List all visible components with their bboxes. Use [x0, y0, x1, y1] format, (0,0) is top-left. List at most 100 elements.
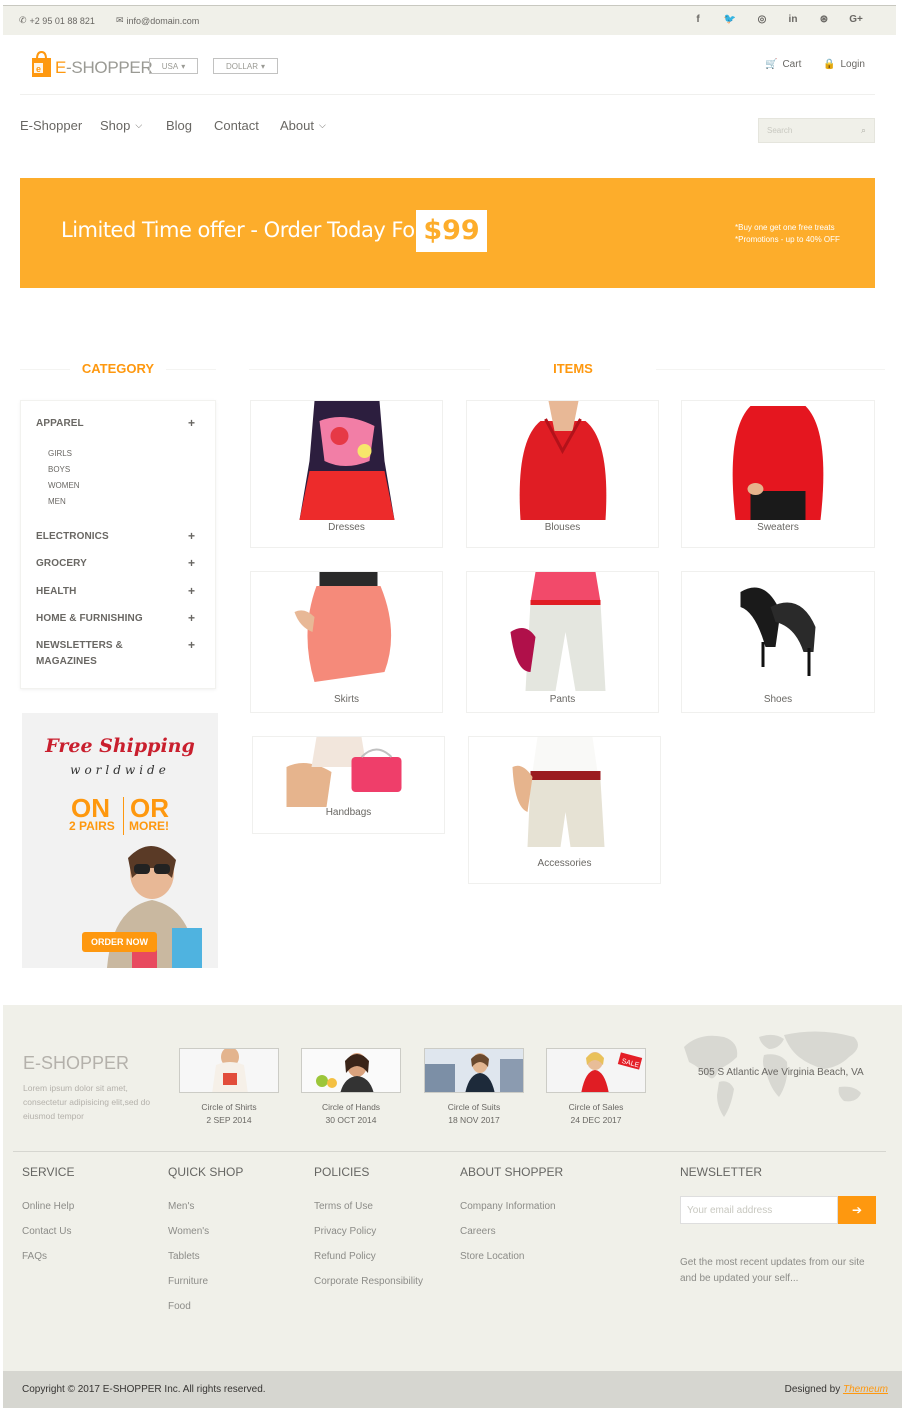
post-thumb-shirts[interactable] — [179, 1048, 279, 1093]
footer-link-faqs[interactable]: FAQs — [22, 1251, 47, 1262]
footer-link-online-help[interactable]: Online Help — [22, 1201, 74, 1212]
chevron-down-icon: ⌵ — [135, 120, 143, 130]
plus-icon[interactable]: + — [188, 529, 195, 543]
instagram-icon[interactable]: ◎ — [755, 14, 769, 25]
category-panel: APPAREL + GIRLS BOYS WOMEN MEN ELECTRONI… — [20, 400, 216, 689]
footer-divider — [13, 1151, 886, 1152]
item-label[interactable]: Skirts — [251, 694, 442, 705]
site-logo[interactable]: E-SHOPPER — [55, 58, 153, 78]
item-label[interactable]: Blouses — [467, 522, 658, 533]
logo-letter: E — [55, 58, 67, 77]
item-image[interactable] — [286, 737, 411, 807]
nav-item-about[interactable]: About ⌵ — [280, 118, 326, 133]
item-label[interactable]: Dresses — [251, 522, 442, 533]
item-card-blouses[interactable]: Blouses — [466, 400, 659, 548]
linkedin-icon[interactable]: in — [786, 14, 800, 25]
newsletter-submit-button[interactable]: ➔ — [838, 1196, 876, 1224]
nav-item-shop[interactable]: Shop ⌵ — [100, 118, 142, 133]
post-thumb-sales[interactable]: SALE — [546, 1048, 646, 1093]
item-label[interactable]: Pants — [467, 694, 658, 705]
email-contact[interactable]: ✉ info@domain.com — [116, 15, 199, 26]
plus-icon[interactable]: + — [188, 611, 195, 625]
dribbble-icon[interactable]: ⊛ — [817, 14, 831, 25]
category-grocery[interactable]: GROCERY — [36, 556, 87, 572]
category-newsletters[interactable]: NEWSLETTERS & — [36, 638, 123, 654]
footer-link-store-location[interactable]: Store Location — [460, 1251, 525, 1262]
post-title-suits[interactable]: Circle of Suits — [414, 1101, 534, 1114]
post-thumb-hands[interactable] — [301, 1048, 401, 1093]
plus-icon[interactable]: + — [188, 416, 195, 430]
store-address: 505 S Atlantic Ave Virginia Beach, VA — [698, 1067, 864, 1078]
category-apparel[interactable]: APPAREL — [36, 416, 84, 432]
order-now-button[interactable]: ORDER NOW — [82, 932, 157, 952]
nav-item-contact[interactable]: Contact — [214, 118, 259, 133]
item-card-skirts[interactable]: Skirts — [250, 571, 443, 713]
google-plus-icon[interactable]: G+ — [849, 14, 863, 25]
category-health[interactable]: HEALTH — [36, 584, 76, 600]
item-card-accessories[interactable]: Accessories — [468, 736, 661, 884]
subcategory-boys[interactable]: BOYS — [48, 465, 70, 474]
footer-link-womens[interactable]: Women's — [168, 1226, 209, 1237]
offer-text: Limited Time offer - Order Today For — [61, 218, 423, 242]
newsletter-email-input[interactable]: Your email address — [680, 1196, 838, 1224]
search-icon[interactable]: ⌕ — [861, 125, 866, 136]
twitter-icon[interactable]: 🐦 — [723, 14, 737, 25]
item-image[interactable] — [715, 572, 841, 691]
footer-link-terms[interactable]: Terms of Use — [314, 1201, 373, 1212]
plus-icon[interactable]: + — [188, 556, 195, 570]
subcategory-women[interactable]: WOMEN — [48, 481, 80, 490]
item-image[interactable] — [502, 737, 627, 856]
plus-icon[interactable]: + — [188, 638, 195, 652]
item-image[interactable] — [715, 401, 841, 520]
currency-dropdown[interactable]: DOLLAR ▾ — [213, 58, 278, 74]
item-card-sweaters[interactable]: Sweaters — [681, 400, 875, 548]
footer-link-mens[interactable]: Men's — [168, 1201, 194, 1212]
country-dropdown[interactable]: USA ▾ — [149, 58, 198, 74]
nav-item-home[interactable]: E-Shopper — [20, 118, 82, 133]
item-image[interactable] — [500, 401, 625, 520]
category-electronics[interactable]: ELECTRONICS — [36, 529, 109, 545]
category-home-furnishing[interactable]: HOME & FURNISHING — [36, 611, 143, 627]
nav-item-blog[interactable]: Blog — [166, 118, 192, 133]
post-title-shirts[interactable]: Circle of Shirts — [169, 1101, 289, 1114]
post-title-hands[interactable]: Circle of Hands — [291, 1101, 411, 1114]
item-card-handbags[interactable]: Handbags — [252, 736, 445, 834]
footer-link-refund[interactable]: Refund Policy — [314, 1251, 376, 1262]
footer-link-tablets[interactable]: Tablets — [168, 1251, 200, 1262]
item-label[interactable]: Handbags — [253, 807, 444, 818]
plus-icon[interactable]: + — [188, 584, 195, 598]
search-input[interactable]: Search ⌕ — [758, 118, 875, 143]
subcategory-men[interactable]: MEN — [48, 497, 66, 506]
footer-link-furniture[interactable]: Furniture — [168, 1276, 208, 1287]
item-image[interactable] — [284, 572, 409, 691]
footer-logo[interactable]: E-SHOPPER — [23, 1053, 129, 1074]
phone-contact[interactable]: ✆ +2 95 01 88 821 — [19, 15, 95, 26]
login-link[interactable]: 🔒 Login — [823, 59, 865, 70]
item-image[interactable] — [500, 572, 625, 691]
offer-banner[interactable]: Limited Time offer - Order Today For $99… — [20, 178, 875, 288]
ad-divider — [123, 797, 124, 835]
footer-link-corporate[interactable]: Corporate Responsibility — [314, 1276, 423, 1287]
post-thumb-suits[interactable] — [424, 1048, 524, 1093]
item-label[interactable]: Shoes — [682, 694, 874, 705]
cart-link[interactable]: 🛒 Cart — [765, 59, 801, 70]
nav-label: Contact — [214, 118, 259, 133]
item-label[interactable]: Accessories — [469, 858, 660, 869]
free-shipping-ad[interactable]: Free Shipping worldwide ON OR 2 PAIRS MO… — [22, 713, 218, 968]
subcategory-girls[interactable]: GIRLS — [48, 449, 72, 458]
footer-link-company-info[interactable]: Company Information — [460, 1201, 556, 1212]
footer-link-privacy[interactable]: Privacy Policy — [314, 1226, 376, 1237]
item-image[interactable] — [284, 401, 409, 520]
footer-link-food[interactable]: Food — [168, 1301, 191, 1312]
footer-link-contact-us[interactable]: Contact Us — [22, 1226, 71, 1237]
designer-link[interactable]: Themeum — [843, 1384, 888, 1395]
item-label[interactable]: Sweaters — [682, 522, 874, 533]
facebook-icon[interactable]: f — [691, 14, 705, 25]
item-card-pants[interactable]: Pants — [466, 571, 659, 713]
item-card-dresses[interactable]: Dresses — [250, 400, 443, 548]
footer-link-careers[interactable]: Careers — [460, 1226, 496, 1237]
item-card-shoes[interactable]: Shoes — [681, 571, 875, 713]
post-date-suits: 18 NOV 2017 — [448, 1115, 500, 1125]
post-title-sales[interactable]: Circle of Sales — [536, 1101, 656, 1114]
category-magazines[interactable]: MAGAZINES — [36, 654, 97, 670]
